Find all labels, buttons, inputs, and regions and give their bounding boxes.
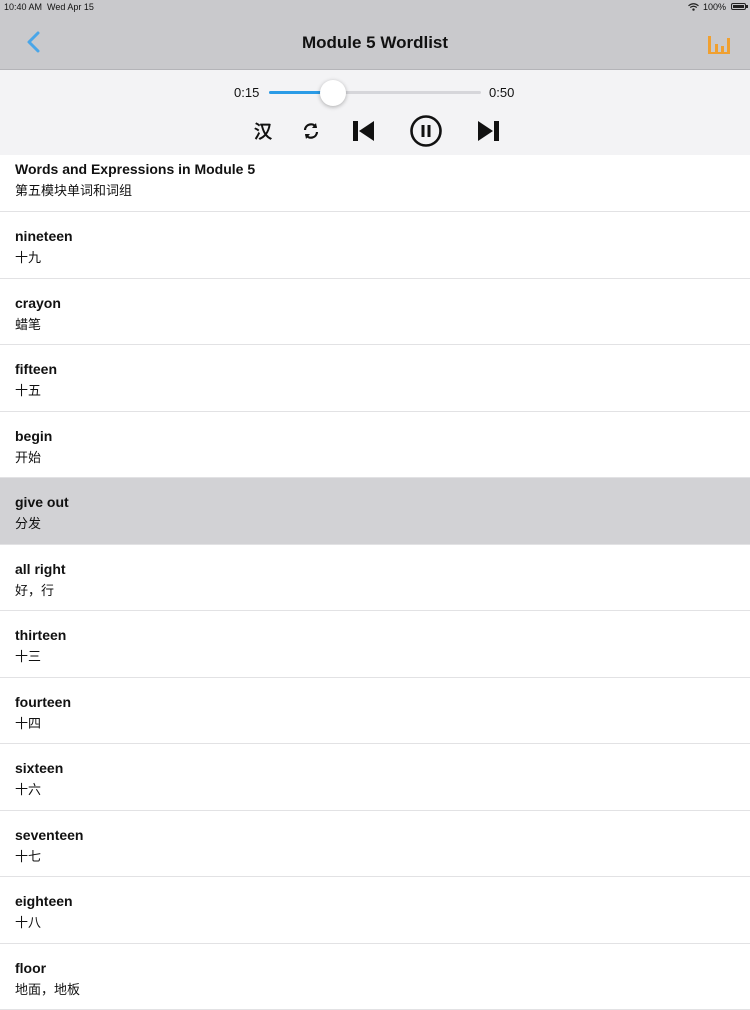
word-text: floor [15,960,46,976]
word-meaning: 十五 [15,380,41,399]
status-clock: 10:40 AM [4,2,42,12]
progress-thumb[interactable] [320,80,346,106]
word-meaning: 十九 [15,247,41,266]
list-item[interactable]: fifteen 十五 [0,345,750,412]
bar-chart-icon [706,32,732,56]
list-header: Words and Expressions in Module 5 第五模块单词… [0,155,750,212]
word-text: nineteen [15,228,73,244]
chinese-toggle-button[interactable]: 汉 [248,116,278,146]
skip-forward-icon [475,119,501,143]
list-item[interactable]: nineteen 十九 [0,212,750,279]
word-meaning: 好，行 [15,580,54,599]
word-meaning: 十八 [15,912,41,931]
repeat-button[interactable] [296,116,326,146]
wifi-icon [688,3,699,11]
list-item[interactable]: crayon 蜡笔 [0,279,750,346]
status-date: Wed Apr 15 [47,2,94,12]
previous-button[interactable] [349,116,379,146]
audio-player: 0:15 0:50 汉 [0,70,750,155]
word-text: give out [15,494,69,510]
word-meaning: 十七 [15,846,41,865]
next-button[interactable] [473,116,503,146]
header-meaning: 第五模块单词和词组 [15,180,132,199]
word-meaning: 分发 [15,513,41,532]
word-meaning: 十四 [15,713,41,732]
current-time: 0:15 [234,85,259,100]
pause-icon [409,114,443,148]
skip-back-icon [351,119,377,143]
header-title: Words and Expressions in Module 5 [15,161,255,177]
list-item[interactable]: seventeen 十七 [0,811,750,878]
status-bar: 10:40 AM Wed Apr 15 100% [0,0,750,14]
list-item[interactable]: all right 好，行 [0,545,750,612]
word-meaning: 开始 [15,447,41,466]
status-indicators: 100% [688,2,726,12]
word-text: crayon [15,295,61,311]
battery-icon [731,3,746,10]
progress-slider[interactable] [269,91,481,94]
word-text: seventeen [15,827,83,843]
list-item[interactable]: thirteen 十三 [0,611,750,678]
list-item[interactable]: sixteen 十六 [0,744,750,811]
list-item[interactable]: eighteen 十八 [0,877,750,944]
list-item[interactable]: fourteen 十四 [0,678,750,745]
word-meaning: 蜡笔 [15,314,41,333]
status-time: 10:40 AM Wed Apr 15 [4,2,94,12]
battery-percent: 100% [703,2,726,12]
word-text: fifteen [15,361,57,377]
word-meaning: 十六 [15,779,41,798]
list-item[interactable]: floor 地面，地板 [0,944,750,1010]
page-title: Module 5 Wordlist [0,33,750,53]
statistics-button[interactable] [706,32,732,56]
navigation-bar: Module 5 Wordlist [0,14,750,70]
list-item[interactable]: begin 开始 [0,412,750,479]
word-text: eighteen [15,893,73,909]
total-time: 0:50 [489,85,514,100]
pause-button[interactable] [408,113,444,149]
word-list: Words and Expressions in Module 5 第五模块单词… [0,155,750,1010]
repeat-icon [301,121,321,141]
word-text: fourteen [15,694,71,710]
word-meaning: 十三 [15,646,41,665]
word-meaning: 地面，地板 [15,979,80,998]
list-item[interactable]: give out 分发 [0,478,750,545]
word-text: all right [15,561,66,577]
word-text: sixteen [15,760,63,776]
word-text: thirteen [15,627,66,643]
word-text: begin [15,428,52,444]
